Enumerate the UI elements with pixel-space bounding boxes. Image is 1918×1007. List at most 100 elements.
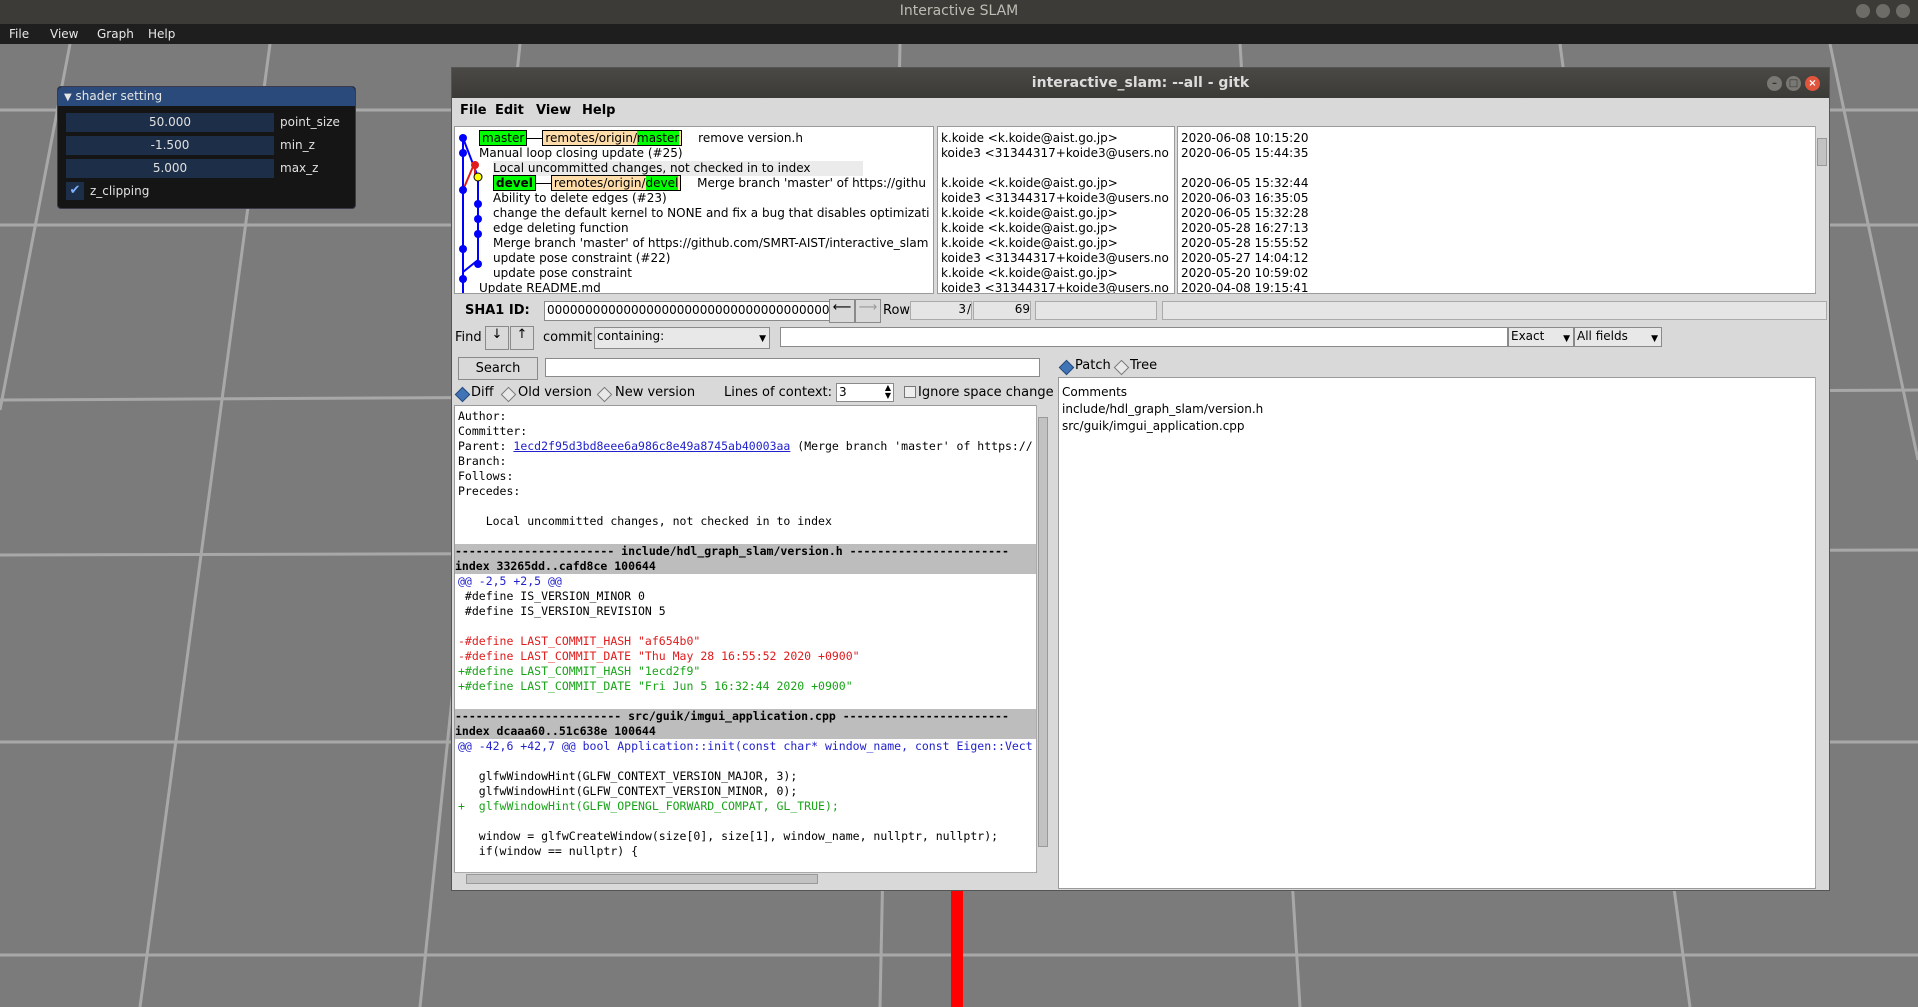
progress-bar xyxy=(1035,301,1157,320)
file-header: ------------------------ src/guik/imgui_… xyxy=(455,709,1036,724)
commit-row-6[interactable]: edge deleting function xyxy=(493,221,629,236)
gitk-menubar: File Edit View Help xyxy=(452,98,1829,122)
commit-row-9[interactable]: update pose constraint xyxy=(493,266,632,281)
diff-added-line: +#define LAST_COMMIT_HASH "1ecd2f9" xyxy=(458,664,701,678)
gitk-close-icon[interactable]: × xyxy=(1805,76,1820,91)
commit-subject: Merge branch 'master' of https://githu xyxy=(697,176,926,190)
menu-help[interactable]: Help xyxy=(148,27,175,41)
diff-removed-line: -#define LAST_COMMIT_HASH "af654b0" xyxy=(458,634,701,648)
sha1-input[interactable]: 0000000000000000000000000000000000000000 xyxy=(544,301,830,321)
new-version-radio[interactable] xyxy=(596,386,613,403)
diff-removed-line: -#define LAST_COMMIT_DATE "Thu May 28 16… xyxy=(458,649,860,663)
lines-of-context-spinbox[interactable]: 3 ▲ ▼ xyxy=(836,383,894,402)
branch-field: Branch: xyxy=(458,454,507,468)
chevron-down-icon: ▼ xyxy=(1563,334,1570,344)
date-list[interactable]: 2020-06-08 10:15:20 2020-06-05 15:44:35 … xyxy=(1177,126,1816,294)
diff-vscrollbar[interactable] xyxy=(1036,405,1049,871)
find-prev-button[interactable]: ↑ xyxy=(510,326,534,350)
hunk-header: @@ -2,5 +2,5 @@ xyxy=(458,574,562,588)
scroll-thumb[interactable] xyxy=(466,874,818,884)
search-button[interactable]: Search xyxy=(458,357,538,380)
ref-remote-devel[interactable]: remotes/origin/devel xyxy=(550,175,682,191)
scroll-thumb[interactable] xyxy=(1038,417,1048,847)
file-list[interactable]: Comments include/hdl_graph_slam/version.… xyxy=(1058,377,1816,889)
file-list-item[interactable]: src/guik/imgui_application.cpp xyxy=(1062,418,1245,435)
gitk-title: interactive_slam: --all - gitk xyxy=(1031,75,1250,91)
commit-list[interactable]: master remotes/origin/master remove versi… xyxy=(454,126,934,294)
forward-arrow-button[interactable]: ⟶ xyxy=(855,299,881,323)
ref-master[interactable]: master xyxy=(479,130,528,146)
find-fields-select[interactable]: All fields ▼ xyxy=(1574,327,1662,347)
diff-label[interactable]: Diff xyxy=(471,385,494,400)
old-version-label[interactable]: Old version xyxy=(518,385,592,400)
menu-graph[interactable]: Graph xyxy=(97,27,134,41)
max-z-input[interactable]: 5.000 xyxy=(66,159,274,178)
patch-label[interactable]: Patch xyxy=(1075,358,1111,373)
commit-row-5[interactable]: change the default kernel to NONE and fi… xyxy=(493,206,929,221)
file-header: ----------------------- include/hdl_grap… xyxy=(455,544,1036,559)
point-size-input[interactable]: 50.000 xyxy=(66,113,274,132)
ref-devel[interactable]: devel xyxy=(493,175,536,191)
back-arrow-button[interactable]: ⟵ xyxy=(829,299,855,323)
find-mode-select[interactable]: containing: ▼ xyxy=(594,327,770,349)
find-input[interactable] xyxy=(780,327,1508,347)
find-label: Find xyxy=(455,330,482,345)
tree-label[interactable]: Tree xyxy=(1130,358,1157,373)
commit-row-2[interactable]: Local uncommitted changes, not checked i… xyxy=(493,161,863,176)
author-list[interactable]: k.koide <k.koide@aist.go.jp> koide3 <313… xyxy=(937,126,1175,294)
commit-row-3[interactable]: devel remotes/origin/devel Merge branch '… xyxy=(493,175,926,191)
date-row: 2020-05-28 15:55:52 xyxy=(1181,236,1309,250)
commit-row-4[interactable]: Ability to delete edges (#23) xyxy=(493,191,667,206)
shader-setting-title[interactable]: ▼ shader setting xyxy=(58,87,355,106)
gitk-maximize-icon[interactable]: □ xyxy=(1786,76,1801,91)
diff-context-line: #define IS_VERSION_REVISION 5 xyxy=(458,604,666,618)
commit-row-8[interactable]: update pose constraint (#22) xyxy=(493,251,670,266)
minimize-icon[interactable] xyxy=(1856,4,1870,18)
file-list-scrollbar[interactable] xyxy=(1815,377,1828,887)
ignore-space-checkbox[interactable] xyxy=(904,386,916,398)
diff-added-line: + glfwWindowHint(GLFW_OPENGL_FORWARD_COM… xyxy=(458,799,839,813)
gitk-minimize-icon[interactable]: – xyxy=(1767,76,1782,91)
diff-context-line: glfwWindowHint(GLFW_CONTEXT_VERSION_MINO… xyxy=(458,784,798,798)
search-input[interactable] xyxy=(545,358,1040,377)
gitk-menu-file[interactable]: File xyxy=(460,103,487,118)
gitk-menu-help[interactable]: Help xyxy=(582,103,615,118)
ignore-space-label[interactable]: Ignore space change xyxy=(918,385,1054,400)
match-type-select[interactable]: Exact ▼ xyxy=(1508,327,1574,347)
commit-row-10[interactable]: Update README.md xyxy=(479,281,601,293)
menu-file[interactable]: File xyxy=(9,27,29,41)
parent-hash-link[interactable]: 1ecd2f95d3bd8eee6a986c8e49a8745ab40003aa xyxy=(513,439,790,453)
file-list-comments[interactable]: Comments xyxy=(1062,384,1127,401)
old-version-radio[interactable] xyxy=(500,386,517,403)
min-z-input[interactable]: -1.500 xyxy=(66,136,274,155)
gitk-menu-edit[interactable]: Edit xyxy=(495,103,524,118)
author-field: Author: xyxy=(458,409,507,423)
commit-row-0[interactable]: master remotes/origin/master remove versi… xyxy=(479,130,803,146)
max-z-label: max_z xyxy=(280,161,319,175)
scroll-thumb[interactable] xyxy=(1817,138,1827,166)
commit-row-7[interactable]: Merge branch 'master' of https://github.… xyxy=(493,236,928,251)
maximize-icon[interactable] xyxy=(1876,4,1890,18)
diff-hscrollbar[interactable] xyxy=(454,872,1036,885)
patch-radio[interactable] xyxy=(1058,359,1075,376)
author-row: k.koide <k.koide@aist.go.jp> xyxy=(941,131,1118,145)
diff-pane[interactable]: Author: Committer: Parent: 1ecd2f95d3bd8… xyxy=(454,405,1037,873)
file-list-item[interactable]: include/hdl_graph_slam/version.h xyxy=(1062,401,1263,418)
commit-list-scrollbar[interactable] xyxy=(1815,126,1828,292)
menu-view[interactable]: View xyxy=(50,27,78,41)
collapse-triangle-icon[interactable]: ▼ xyxy=(64,92,72,103)
diff-radio[interactable] xyxy=(454,386,471,403)
gitk-menu-view[interactable]: View xyxy=(536,103,571,118)
commit-row-1[interactable]: Manual loop closing update (#25) xyxy=(479,146,683,161)
date-row: 2020-06-05 15:44:35 xyxy=(1181,146,1309,160)
close-icon[interactable] xyxy=(1896,4,1910,18)
new-version-label[interactable]: New version xyxy=(615,385,695,400)
ref-remote-master[interactable]: remotes/origin/master xyxy=(542,130,683,146)
z-clipping-checkbox[interactable]: ✔ xyxy=(66,182,84,200)
row-total: 69 xyxy=(973,301,1031,320)
app-title: Interactive SLAM xyxy=(899,3,1019,19)
find-next-button[interactable]: ↓ xyxy=(485,326,509,350)
tree-radio[interactable] xyxy=(1113,359,1130,376)
date-row: 2020-05-20 10:59:02 xyxy=(1181,266,1309,280)
row-label: Row xyxy=(883,303,911,318)
